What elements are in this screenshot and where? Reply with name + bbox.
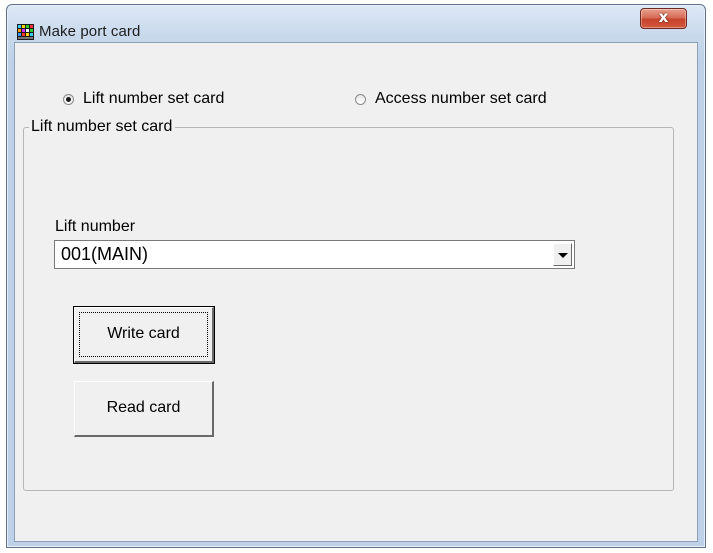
radio-label-lift: Lift number set card <box>83 90 225 107</box>
read-card-label: Read card <box>106 399 181 416</box>
window-title: Make port card <box>39 23 141 40</box>
write-card-label: Write card <box>107 325 180 342</box>
radio-label-access: Access number set card <box>375 90 547 107</box>
write-card-button[interactable]: Write card <box>73 306 215 364</box>
close-icon: x <box>658 8 669 26</box>
radio-access-number-set-card[interactable]: Access number set card <box>355 90 547 108</box>
read-card-button[interactable]: Read card <box>74 381 214 437</box>
app-icon <box>17 24 34 40</box>
radio-button-unchecked-icon[interactable] <box>355 93 366 105</box>
lift-number-label: Lift number <box>55 218 136 235</box>
lift-number-dropdown[interactable]: 001(MAIN) <box>54 240 575 269</box>
radio-lift-number-set-card[interactable]: Lift number set card <box>63 90 224 108</box>
chevron-down-icon[interactable] <box>553 243 572 266</box>
lift-number-selected-value: 001(MAIN) <box>61 244 149 264</box>
group-box-legend: Lift number set card <box>29 118 176 136</box>
radio-button-checked-icon[interactable] <box>63 93 74 105</box>
close-button[interactable]: x <box>640 8 687 29</box>
